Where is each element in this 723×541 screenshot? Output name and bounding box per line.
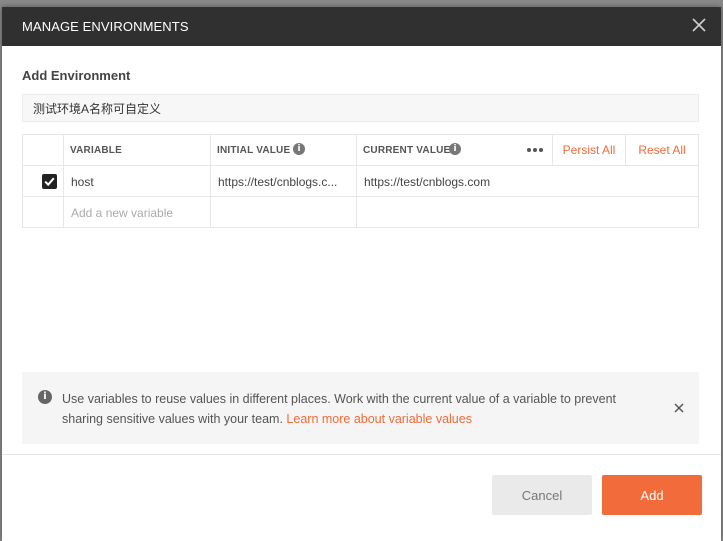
manage-environments-dialog: MANAGE ENVIRONMENTS Add Environment VARI… (2, 7, 721, 541)
header-current-value-cell: CURRENT VALUE i (357, 135, 517, 165)
add-button[interactable]: Add (602, 475, 702, 515)
new-initial-value-cell[interactable] (211, 197, 357, 227)
header-initial-value-label: INITIAL VALUE (217, 145, 291, 156)
variable-name-cell[interactable]: host (64, 166, 211, 196)
row-enabled-checkbox[interactable] (42, 174, 57, 189)
header-current-value-label: CURRENT VALUE (363, 145, 451, 156)
new-current-value-cell[interactable] (357, 197, 517, 227)
new-variable-cell[interactable]: Add a new variable (64, 197, 211, 227)
footer-divider (2, 454, 721, 455)
more-options-button[interactable] (517, 135, 553, 165)
info-icon: i (38, 390, 52, 404)
variables-table: VARIABLE INITIAL VALUE i CURRENT VALUE i… (22, 134, 699, 228)
close-icon[interactable] (689, 15, 709, 35)
section-label: Add Environment (22, 68, 131, 83)
current-value-text: https://test/cnblogs.com (364, 175, 491, 189)
initial-value-cell[interactable]: https://test/cnblogs.c... (211, 166, 357, 196)
reset-all-button[interactable]: Reset All (626, 135, 698, 165)
new-variable-placeholder: Add a new variable (71, 206, 174, 220)
initial-value-text: https://test/cnblogs.c... (218, 175, 338, 189)
table-row-new: Add a new variable (23, 197, 698, 227)
info-icon[interactable]: i (449, 143, 461, 155)
variable-name-text: host (71, 175, 94, 189)
current-value-cell[interactable]: https://test/cnblogs.com (357, 166, 698, 196)
header-variable-cell: VARIABLE (64, 135, 211, 165)
row-checkbox-cell (23, 166, 64, 196)
dialog-header: MANAGE ENVIRONMENTS (2, 7, 721, 46)
new-row-checkbox-cell (23, 197, 64, 227)
learn-more-link[interactable]: Learn more about variable values (286, 412, 472, 426)
banner-message: Use variables to reuse values in differe… (62, 389, 632, 429)
checkmark-icon (44, 177, 55, 187)
info-banner: i Use variables to reuse values in diffe… (22, 372, 699, 444)
dialog-title: MANAGE ENVIRONMENTS (22, 19, 189, 34)
header-variable-label: VARIABLE (70, 145, 122, 156)
header-initial-value-cell: INITIAL VALUE i (211, 135, 357, 165)
persist-all-button[interactable]: Persist All (553, 135, 626, 165)
table-row: host https://test/cnblogs.c... https://t… (23, 166, 698, 197)
environment-name-input[interactable] (22, 94, 699, 122)
more-horizontal-icon (539, 148, 543, 152)
cancel-button[interactable]: Cancel (492, 475, 592, 515)
info-icon[interactable]: i (293, 143, 305, 155)
more-horizontal-icon (533, 148, 537, 152)
more-horizontal-icon (527, 148, 531, 152)
close-icon[interactable] (673, 402, 685, 414)
table-header-row: VARIABLE INITIAL VALUE i CURRENT VALUE i… (23, 135, 698, 166)
header-checkbox-cell (23, 135, 64, 165)
